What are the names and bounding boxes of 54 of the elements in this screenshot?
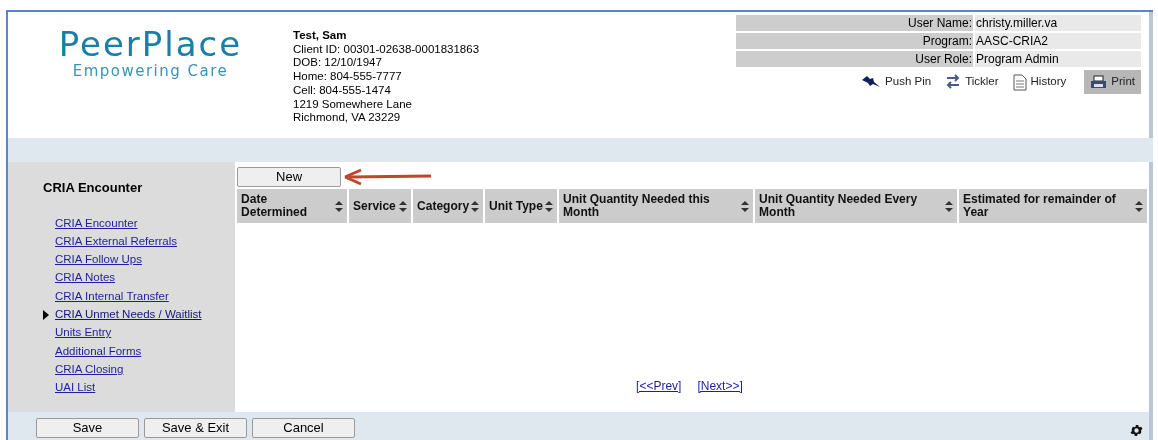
sidebar-link[interactable]: CRIA Notes xyxy=(55,269,116,287)
client-detail: DOB: 12/10/1947 xyxy=(293,56,383,71)
sidebar-link[interactable]: CRIA Internal Transfer xyxy=(55,287,169,305)
settings-icon[interactable] xyxy=(1129,422,1144,438)
column-header[interactable]: Category xyxy=(413,189,484,223)
sidebar-link[interactable]: Additional Forms xyxy=(55,342,142,360)
document-icon xyxy=(1012,73,1027,91)
swap-arrows-icon xyxy=(945,74,962,90)
toolbar-button[interactable]: History xyxy=(1008,70,1071,94)
client-detail: Cell: 804-555-1474 xyxy=(293,83,392,98)
sidebar-link[interactable]: CRIA Unmet Needs / Waitlist xyxy=(55,306,202,324)
sidebar-link[interactable]: CRIA External Referrals xyxy=(55,232,178,251)
sort-icon xyxy=(399,200,408,212)
next-link[interactable]: [Next>>] xyxy=(697,377,743,395)
info-value: Program Admin xyxy=(975,51,1141,67)
client-detail: Client ID: 00301-02638-0001831863 xyxy=(293,42,480,57)
client-detail: 1219 Somewhere Lane xyxy=(293,97,413,112)
sidebar-link[interactable]: Units Entry xyxy=(55,324,112,342)
info-value: christy.miller.va xyxy=(975,15,1141,31)
info-label: User Name: xyxy=(736,15,973,31)
column-header[interactable]: Estimated for remainder of Year xyxy=(959,189,1148,223)
sidebar-link[interactable]: CRIA Follow Ups xyxy=(55,251,142,269)
sort-icon xyxy=(471,200,480,212)
sort-icon xyxy=(335,200,344,212)
footer-button[interactable]: Cancel xyxy=(252,418,355,438)
sort-icon xyxy=(545,200,554,212)
column-header[interactable]: Unit Quantity Needed Every Month xyxy=(755,189,958,223)
column-header[interactable]: Date Determined xyxy=(237,189,348,223)
prev-link[interactable]: [<<Prev] xyxy=(636,377,682,395)
sidebar-title: CRIA Encounter xyxy=(43,180,144,196)
column-header[interactable]: Service xyxy=(349,189,412,223)
sort-icon xyxy=(945,200,954,212)
new-button[interactable]: New xyxy=(237,166,342,187)
footer-button[interactable]: Save & Exit xyxy=(144,418,247,438)
info-label: Program: xyxy=(736,33,973,49)
toolbar-button[interactable]: Print xyxy=(1084,70,1141,94)
toolbar-button[interactable]: Push Pin xyxy=(857,70,936,94)
toolbar-button[interactable]: Tickler xyxy=(941,70,1003,94)
logo-wordmark: PeerPlace xyxy=(58,26,243,62)
sidebar-link[interactable]: CRIA Closing xyxy=(55,360,124,379)
sort-icon xyxy=(1135,200,1144,212)
info-label: User Role: xyxy=(736,51,973,67)
client-name: Test, Sam xyxy=(293,29,348,43)
logo-tagline: Empowering Care xyxy=(72,62,229,80)
column-header[interactable]: Unit Type xyxy=(485,189,558,223)
footer-button[interactable]: Save xyxy=(36,418,139,438)
sort-icon xyxy=(741,200,750,212)
info-value: AASC-CRIA2 xyxy=(975,33,1141,49)
printer-icon xyxy=(1090,75,1108,89)
client-detail: Richmond, VA 23229 xyxy=(293,111,402,125)
sidebar-link[interactable]: CRIA Encounter xyxy=(55,214,138,232)
client-detail: Home: 804-555-7777 xyxy=(293,70,403,84)
sidebar-link[interactable]: UAI List xyxy=(55,379,96,397)
column-header[interactable]: Unit Quantity Needed this Month xyxy=(559,189,754,223)
